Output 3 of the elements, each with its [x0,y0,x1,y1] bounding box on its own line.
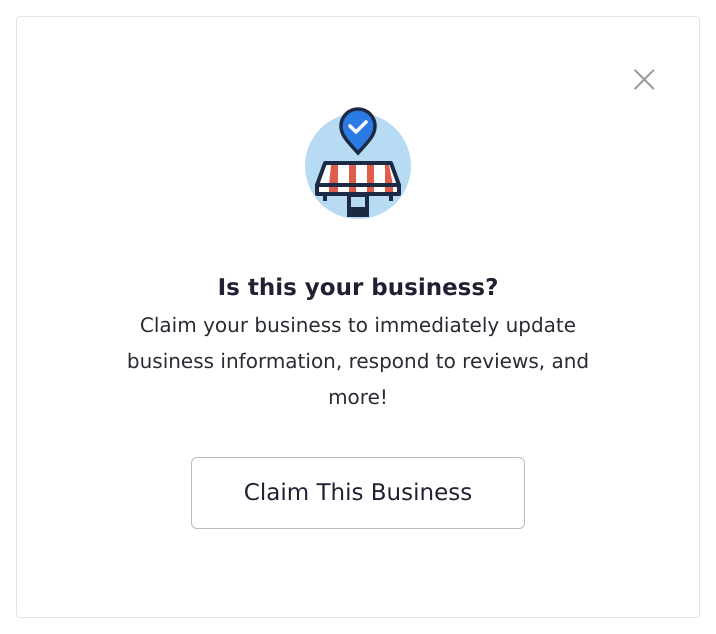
dialog-message: Claim your business to immediately update business information, respond to reviews, and more! [126,312,590,411]
claim-business-button[interactable]: Claim This Business [191,457,525,529]
dialog-title: Is this your business? [218,275,498,301]
